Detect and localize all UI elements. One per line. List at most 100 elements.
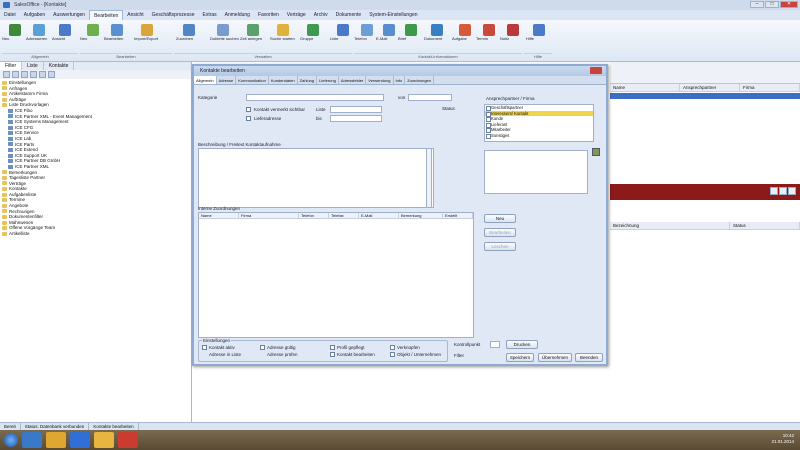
tab-anmeldung[interactable]: Anmeldung <box>221 10 254 20</box>
loeschen-button[interactable]: Löschen <box>484 242 516 251</box>
dialog-tab[interactable]: Info <box>394 76 406 84</box>
ribbon-bearbeiten-button[interactable]: Bearbeiten <box>104 22 130 50</box>
ribbon-gruppe-button[interactable]: Gruppe <box>300 22 326 50</box>
tab-ansicht[interactable]: Ansicht <box>123 10 147 20</box>
tab-bearbeiten[interactable]: Bearbeiten <box>89 10 124 20</box>
grid-column-header[interactable]: Name <box>199 213 239 218</box>
calendar-icon[interactable] <box>592 148 600 156</box>
ribbon-dublette-button[interactable]: Dublette suchen <box>210 22 239 50</box>
ribbon-suche-button[interactable]: Suche starten <box>270 22 296 50</box>
von-date-field[interactable] <box>408 94 452 101</box>
folder-icon[interactable] <box>12 71 19 78</box>
grid-column-header[interactable]: Telefax <box>329 213 359 218</box>
settings-icon[interactable] <box>48 71 55 78</box>
ribbon-neu2-button[interactable]: Neu <box>80 22 106 50</box>
kontakt-sichtbar-checkbox[interactable] <box>246 107 251 112</box>
listbox-item[interactable]: Sonstiges <box>485 133 593 138</box>
neu-button[interactable]: Neu <box>484 214 516 223</box>
cb-objekt[interactable] <box>390 352 395 357</box>
ribbon-hilfe-button[interactable]: Hilfe <box>526 22 552 50</box>
dialog-tab[interactable]: Kommunikation <box>236 76 269 84</box>
ribbon-aufgabe-button[interactable]: Aufgabe <box>452 22 478 50</box>
dialog-tab[interactable]: Zahlung <box>298 76 318 84</box>
close-icon[interactable] <box>788 187 796 195</box>
dialog-tab[interactable]: Adressfelder <box>339 76 367 84</box>
bis-date-field[interactable] <box>330 115 382 122</box>
col-name[interactable]: Name <box>610 84 680 91</box>
grid-column-header[interactable]: Erstellt <box>443 213 473 218</box>
ribbon-neu-button[interactable]: Neu <box>2 22 28 50</box>
ribbon-termin-button[interactable]: Termin <box>476 22 502 50</box>
ribbon-ansicht-button[interactable]: Ansicht <box>52 22 78 50</box>
ribbon-notiz-button[interactable]: Notiz <box>500 22 526 50</box>
col-firma[interactable]: Firma <box>740 84 800 91</box>
tab-dokumente[interactable]: Dokumente <box>332 10 366 20</box>
ribbon-import-button[interactable]: Import/Export <box>134 22 160 50</box>
grid-column-header[interactable]: Firma <box>239 213 299 218</box>
close-button[interactable]: ✕ <box>780 1 798 8</box>
dialog-tab[interactable]: Verwendung <box>366 76 394 84</box>
refresh-icon[interactable] <box>770 187 778 195</box>
bearbeiten-button[interactable]: Bearbeiten <box>484 228 516 237</box>
ribbon-brief-button[interactable]: Brief <box>398 22 424 50</box>
cb-verknuepfen[interactable] <box>390 345 395 350</box>
liste-select[interactable] <box>330 106 382 113</box>
cb-profil[interactable] <box>330 345 335 350</box>
tab-filter[interactable]: Filter <box>0 62 23 70</box>
col-status[interactable]: Status <box>730 222 800 229</box>
tab-geschaeftsprozesse[interactable]: Geschäftsprozesse <box>148 10 199 20</box>
tab-kontakte[interactable]: Kontakte <box>44 62 75 70</box>
grid-column-header[interactable]: Bemerkung <box>399 213 443 218</box>
col-ansprechpartner[interactable]: Ansprechpartner <box>680 84 740 91</box>
ribbon-adressieren-button[interactable]: Adressieren <box>26 22 52 50</box>
kontrollpunkt-field[interactable] <box>490 341 500 348</box>
refresh-icon[interactable] <box>3 71 10 78</box>
minimize-button[interactable]: – <box>750 1 764 8</box>
ribbon-liste-button[interactable]: Liste <box>330 22 356 50</box>
tree-item[interactable]: Artikelliste <box>2 231 189 237</box>
tab-favoriten[interactable]: Favoriten <box>254 10 283 20</box>
tab-vertraege[interactable]: Verträge <box>283 10 310 20</box>
pdf-icon[interactable] <box>118 432 138 448</box>
maximize-button[interactable]: □ <box>765 1 779 8</box>
tab-system[interactable]: System-Einstellungen <box>365 10 421 20</box>
dialog-tab[interactable]: Kundendaten <box>269 76 298 84</box>
uebernehmen-button[interactable]: Übernehmen <box>538 353 572 362</box>
drucken-button[interactable]: Drucken <box>506 340 538 349</box>
zuordnungen-grid[interactable] <box>198 212 474 338</box>
filter-icon[interactable] <box>21 71 28 78</box>
kontaktart-listbox[interactable]: Geschäftspartner Interessent/ Kontakt Kund… <box>484 104 594 142</box>
tab-datei[interactable]: Datei <box>0 10 20 20</box>
explorer-icon[interactable] <box>46 432 66 448</box>
ribbon-zuordnen-button[interactable]: Zuordnen <box>176 22 202 50</box>
selected-row[interactable] <box>610 93 800 99</box>
grid-column-header[interactable]: E-Mail <box>359 213 399 218</box>
dialog-tab[interactable]: Zuordnungen <box>405 76 434 84</box>
speichern-button[interactable]: Speichern <box>506 353 534 362</box>
outlook-icon[interactable] <box>70 432 90 448</box>
ie-icon[interactable] <box>22 432 42 448</box>
options-icon[interactable] <box>779 187 787 195</box>
collapse-icon[interactable] <box>39 71 46 78</box>
tab-aufgaben[interactable]: Aufgaben <box>20 10 49 20</box>
dialog-tab[interactable]: Allgemein <box>194 76 217 84</box>
cb-kontakt-aktiv[interactable] <box>202 345 207 350</box>
tab-extras[interactable]: Extras <box>198 10 220 20</box>
tab-archiv[interactable]: Archiv <box>310 10 332 20</box>
expand-icon[interactable] <box>30 71 37 78</box>
dialog-tab[interactable]: Lieferung <box>317 76 339 84</box>
grid-column-header[interactable]: Telefon <box>299 213 329 218</box>
tab-liste[interactable]: Liste <box>22 62 44 70</box>
col-bezeichnung[interactable]: Bezeichnung <box>610 222 730 229</box>
start-button[interactable] <box>4 433 18 447</box>
tab-auswertungen[interactable]: Auswertungen <box>49 10 89 20</box>
app-taskbar-icon[interactable] <box>94 432 114 448</box>
textarea-scrollbar[interactable] <box>426 148 432 208</box>
beenden-button[interactable]: Beenden <box>575 353 603 362</box>
ribbon-zeit-button[interactable]: Zeit anlegen <box>240 22 266 50</box>
cb-adresse-gueltig[interactable] <box>260 345 265 350</box>
kategorie-select[interactable] <box>246 94 384 101</box>
cb-kontakt-bearbeiten[interactable] <box>330 352 335 357</box>
lieferadresse-checkbox[interactable] <box>246 116 251 121</box>
freitext-box[interactable] <box>484 150 588 194</box>
